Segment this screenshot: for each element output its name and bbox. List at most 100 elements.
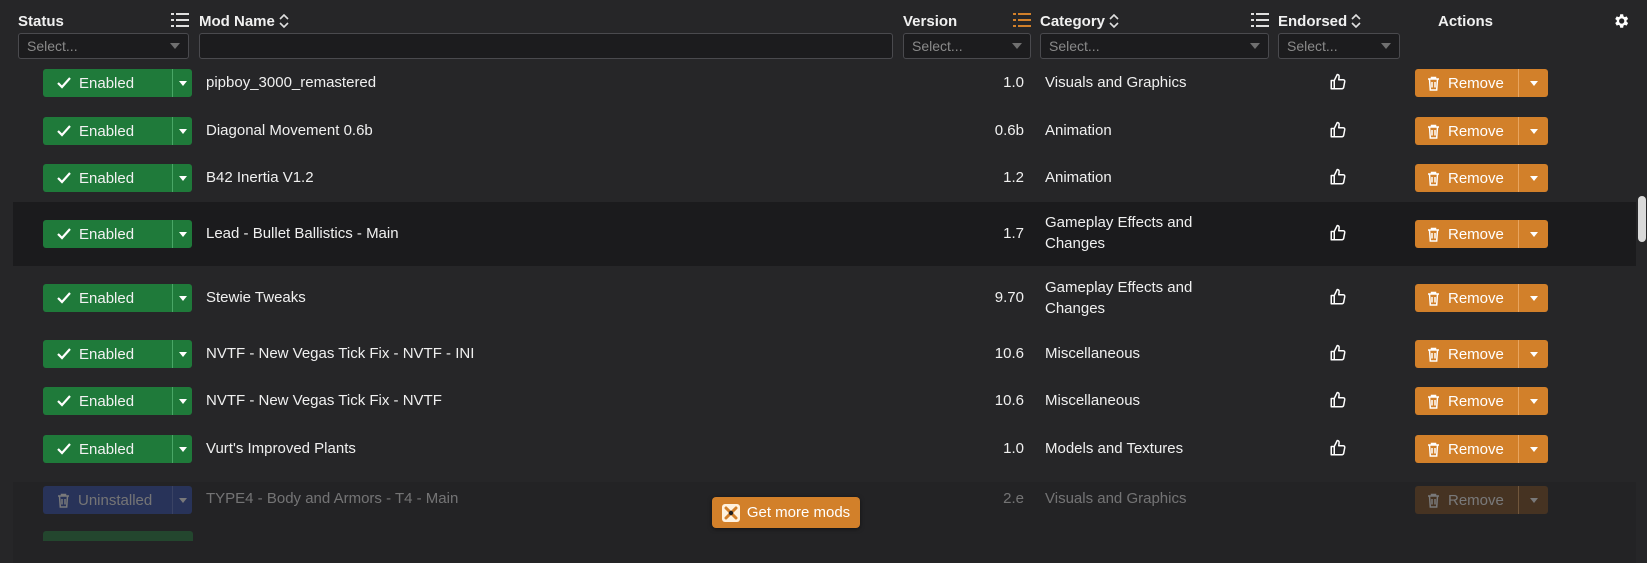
remove-button[interactable]: Remove [1415,486,1548,514]
next-row-status-fragment [43,531,193,541]
table-row[interactable]: Enabled pipboy_3000_remastered 1.0 Visua… [13,66,1636,114]
trash-icon [1428,227,1439,242]
table-row[interactable]: Enabled NVTF - New Vegas Tick Fix - NVTF… [13,378,1636,425]
trash-icon [1428,347,1439,362]
status-toggle-button[interactable]: Enabled [43,387,192,415]
version-filter-select[interactable]: Select... [903,33,1031,59]
status-column-header[interactable]: Status [18,10,64,32]
category-group-list-icon[interactable] [1251,12,1269,28]
remove-button[interactable]: Remove [1415,69,1548,97]
remove-dropdown-button[interactable] [1518,284,1548,312]
status-toggle-button[interactable]: Uninstalled [43,486,192,514]
status-dropdown-button[interactable] [172,220,192,248]
gear-icon[interactable] [1612,12,1630,35]
mod-version: 1.0 [1003,74,1024,91]
category-column-header[interactable]: Category [1040,10,1119,32]
chevron-down-icon [178,497,187,503]
status-dropdown-button[interactable] [172,340,192,368]
chevron-down-icon [178,398,187,404]
status-toggle-button[interactable]: Enabled [43,117,192,145]
status-dropdown-button[interactable] [172,164,192,192]
table-row[interactable]: Enabled Vurt's Improved Plants 1.0 Model… [13,425,1636,473]
mod-category: Animation [1045,122,1112,139]
status-filter-select[interactable]: Select... [18,33,189,59]
table-row[interactable]: Enabled Diagonal Movement 0.6b 0.6b Anim… [13,114,1636,161]
remove-label: Remove [1448,440,1504,458]
mod-name: pipboy_3000_remastered [206,74,377,91]
remove-dropdown-button[interactable] [1518,69,1548,97]
table-row[interactable]: Enabled B42 Inertia V1.2 1.2 Animation R… [13,161,1636,208]
table-row[interactable]: Enabled Lead - Bullet Ballistics - Main … [13,202,1636,266]
trash-icon [1428,442,1439,457]
remove-dropdown-button[interactable] [1518,164,1548,192]
mod-category: Visuals and Graphics [1045,74,1187,91]
category-header-label: Category [1040,12,1106,30]
endorsed-filter-select[interactable]: Select... [1278,33,1400,59]
mod-name-filter-input[interactable] [199,33,893,59]
status-toggle-button[interactable]: Enabled [43,164,192,192]
trash-icon [1428,291,1439,306]
get-more-mods-label: Get more mods [746,504,851,521]
status-dropdown-button[interactable] [172,69,192,97]
remove-button[interactable]: Remove [1415,435,1548,463]
remove-button[interactable]: Remove [1415,284,1548,312]
get-more-mods-button[interactable]: Get more mods [712,497,860,528]
remove-button[interactable]: Remove [1415,164,1548,192]
category-filter-select[interactable]: Select... [1040,33,1269,59]
chevron-down-icon [1529,351,1538,357]
remove-button[interactable]: Remove [1415,387,1548,415]
thumbs-up-icon[interactable] [1329,224,1347,247]
endorsed-column-header[interactable]: Endorsed [1278,10,1361,32]
remove-dropdown-button[interactable] [1518,220,1548,248]
remove-button[interactable]: Remove [1415,220,1548,248]
thumbs-up-icon[interactable] [1329,168,1347,191]
status-dropdown-button[interactable] [172,117,192,145]
status-toggle-button[interactable]: Enabled [43,69,192,97]
mod-version: 10.6 [994,392,1024,409]
status-dropdown-button[interactable] [172,486,192,514]
chevron-down-icon [1529,175,1538,181]
scrollbar-thumb[interactable] [1638,196,1646,242]
remove-label: Remove [1448,491,1504,509]
status-label: Enabled [79,345,135,363]
remove-button[interactable]: Remove [1415,117,1548,145]
chevron-down-icon [178,80,187,86]
trash-icon [1428,493,1439,508]
remove-button[interactable]: Remove [1415,340,1548,368]
status-toggle-button[interactable]: Enabled [43,220,192,248]
remove-label: Remove [1448,225,1504,243]
chevron-down-icon [1250,43,1260,49]
status-toggle-button[interactable]: Enabled [43,435,192,463]
status-dropdown-button[interactable] [172,387,192,415]
status-label: Enabled [79,440,135,458]
version-column-header[interactable]: Version [903,10,957,32]
remove-dropdown-button[interactable] [1518,387,1548,415]
trash-icon [58,493,69,508]
thumbs-up-icon[interactable] [1329,439,1347,462]
remove-dropdown-button[interactable] [1518,486,1548,514]
mod-name: B42 Inertia V1.2 [206,169,314,186]
actions-column-header: Actions [1438,10,1493,32]
mod-name-column-header[interactable]: Mod Name [199,10,289,32]
table-row[interactable]: Enabled Stewie Tweaks 9.70 Gameplay Effe… [13,266,1636,330]
thumbs-up-icon[interactable] [1329,121,1347,144]
remove-dropdown-button[interactable] [1518,340,1548,368]
chevron-down-icon [1529,128,1538,134]
remove-dropdown-button[interactable] [1518,435,1548,463]
status-group-list-icon[interactable] [171,12,189,28]
remove-dropdown-button[interactable] [1518,117,1548,145]
version-group-list-icon[interactable] [1013,12,1031,28]
chevron-down-icon [1529,231,1538,237]
check-icon [57,125,71,137]
thumbs-up-icon[interactable] [1329,391,1347,414]
status-toggle-button[interactable]: Enabled [43,284,192,312]
thumbs-up-icon[interactable] [1329,288,1347,311]
status-dropdown-button[interactable] [172,284,192,312]
thumbs-up-icon[interactable] [1329,73,1347,96]
table-row[interactable]: Enabled NVTF - New Vegas Tick Fix - NVTF… [13,330,1636,378]
version-header-label: Version [903,12,958,30]
status-dropdown-button[interactable] [172,435,192,463]
status-toggle-button[interactable]: Enabled [43,340,192,368]
mod-name: Vurt's Improved Plants [206,440,356,457]
thumbs-up-icon[interactable] [1329,344,1347,367]
